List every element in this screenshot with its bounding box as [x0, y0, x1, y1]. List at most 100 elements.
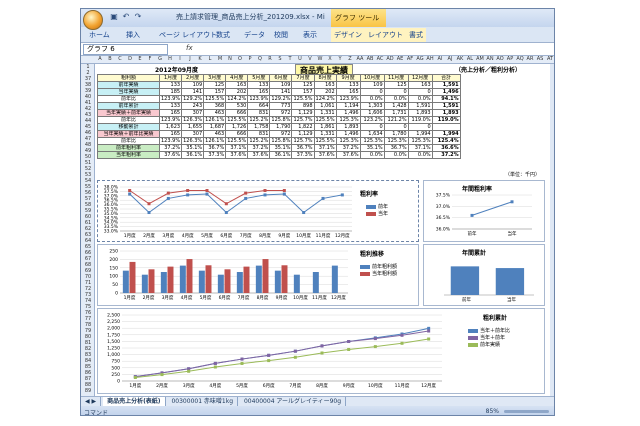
- table-cell[interactable]: 119.0%: [407, 116, 433, 124]
- table-cell[interactable]: 125.3%: [407, 137, 433, 145]
- sheet-tab-cover[interactable]: 商品売上分析(表紙): [103, 397, 166, 406]
- table-cell[interactable]: 1,758: [247, 123, 271, 131]
- table-cell[interactable]: 126.3%: [181, 116, 205, 124]
- column-header-cell[interactable]: 粗利額: [97, 74, 160, 82]
- column-header[interactable]: O: [235, 56, 245, 62]
- table-cell[interactable]: 666: [225, 130, 249, 138]
- table-cell[interactable]: 141: [269, 88, 293, 96]
- table-cell[interactable]: 37.2%: [431, 151, 461, 159]
- sheet-nav-icon[interactable]: ◀ ▶: [81, 397, 102, 406]
- table-cell[interactable]: 1,331: [313, 130, 337, 138]
- table-cell[interactable]: 37.3%: [203, 151, 227, 159]
- table-cell[interactable]: 157: [291, 88, 315, 96]
- column-header[interactable]: E: [135, 56, 145, 62]
- table-cell[interactable]: 94.1%: [431, 95, 461, 103]
- table-cell[interactable]: 1,634: [359, 130, 385, 138]
- column-header[interactable]: V: [305, 56, 315, 62]
- table-cell[interactable]: 1,994: [407, 130, 433, 138]
- table-cell[interactable]: 123.9%: [158, 95, 183, 103]
- gross-profit-trend-chart[interactable]: 250 200 150 100 50 0 1月度 2月度 3月度 4月度 5月度 6月度 7月度 8月度 9…: [97, 244, 419, 306]
- table-cell[interactable]: 157: [203, 88, 227, 96]
- table-cell[interactable]: 1,623: [158, 123, 183, 131]
- table-cell[interactable]: 163: [407, 81, 433, 89]
- table-cell[interactable]: 125.3%: [359, 137, 385, 145]
- table-cell[interactable]: 109: [269, 81, 293, 89]
- tab-formulas[interactable]: 数式: [216, 30, 230, 40]
- table-cell[interactable]: 664: [247, 102, 271, 110]
- fx-icon[interactable]: fx: [186, 44, 193, 52]
- table-cell[interactable]: 121.2%: [383, 116, 409, 124]
- column-header[interactable]: AI: [435, 56, 445, 62]
- column-header[interactable]: AD: [385, 56, 395, 62]
- table-cell[interactable]: 37.1%: [225, 144, 249, 152]
- table-cell[interactable]: 368: [203, 102, 227, 110]
- table-cell[interactable]: 141: [181, 88, 205, 96]
- table-cell[interactable]: 37.2%: [247, 144, 271, 152]
- table-cell[interactable]: 307: [181, 109, 205, 117]
- table-cell[interactable]: 530: [225, 102, 249, 110]
- table-cell[interactable]: 125: [383, 81, 409, 89]
- table-cell[interactable]: 1,655: [181, 123, 205, 131]
- table-cell[interactable]: [431, 123, 461, 131]
- annual-margin-rate-chart[interactable]: 37.5% 37.0% 36.5% 36.0% 前年 当年 年間粗利率: [423, 180, 545, 242]
- table-cell[interactable]: 0: [407, 88, 433, 96]
- table-cell[interactable]: 165: [335, 88, 361, 96]
- sheet-tab-red-miso[interactable]: 00300001 赤味噌1kg: [167, 397, 239, 406]
- column-header-cell[interactable]: 1月度: [158, 74, 183, 82]
- table-cell[interactable]: 1,061: [313, 102, 337, 110]
- tab-data[interactable]: データ: [244, 30, 265, 40]
- column-header[interactable]: AH: [425, 56, 435, 62]
- table-cell[interactable]: 133: [158, 81, 183, 89]
- table-cell[interactable]: 36.7%: [203, 144, 227, 152]
- table-cell[interactable]: 1,731: [383, 109, 409, 117]
- table-cell[interactable]: 972: [269, 130, 293, 138]
- column-header[interactable]: AT: [545, 56, 554, 62]
- table-cell[interactable]: 125.5%: [203, 95, 227, 103]
- table-cell[interactable]: 463: [203, 130, 227, 138]
- table-cell[interactable]: 1,129: [291, 109, 315, 117]
- table-cell[interactable]: 123.9%: [335, 95, 361, 103]
- redo-icon[interactable]: ↷: [133, 12, 143, 22]
- column-header[interactable]: U: [295, 56, 305, 62]
- table-cell[interactable]: 0.0%: [359, 151, 385, 159]
- table-cell[interactable]: 185: [158, 88, 183, 96]
- column-header[interactable]: AK: [455, 56, 465, 62]
- tab-view[interactable]: 表示: [303, 30, 317, 40]
- row-label[interactable]: 当年実績: [97, 88, 160, 96]
- column-header[interactable]: AS: [535, 56, 545, 62]
- table-cell[interactable]: 1,893: [335, 123, 361, 131]
- column-header[interactable]: D: [125, 56, 135, 62]
- table-cell[interactable]: 129.2%: [181, 95, 205, 103]
- column-header[interactable]: S: [275, 56, 285, 62]
- column-header[interactable]: AF: [405, 56, 415, 62]
- tab-page-layout[interactable]: ページ レイアウト: [159, 30, 217, 40]
- table-cell[interactable]: 202: [225, 88, 249, 96]
- table-cell[interactable]: 831: [247, 130, 271, 138]
- column-header[interactable]: AL: [465, 56, 475, 62]
- tab-layout[interactable]: レイアウト: [365, 28, 406, 42]
- table-cell[interactable]: 125.3%: [335, 137, 361, 145]
- table-cell[interactable]: 0: [383, 123, 409, 131]
- table-cell[interactable]: 125.2%: [247, 137, 271, 145]
- table-cell[interactable]: 0.0%: [407, 95, 433, 103]
- table-cell[interactable]: 0.0%: [383, 95, 409, 103]
- table-cell[interactable]: 1,496: [335, 109, 361, 117]
- column-header-cell[interactable]: 9月度: [335, 74, 361, 82]
- table-cell[interactable]: 0.0%: [359, 95, 385, 103]
- column-header[interactable]: B: [105, 56, 115, 62]
- table-cell[interactable]: 1,496: [431, 88, 461, 96]
- cumulative-profit-chart[interactable]: 2,500 2,250 2,000 1,750 1,500 1,250 1,000 750 50…: [97, 308, 545, 394]
- column-header[interactable]: Q: [255, 56, 265, 62]
- column-header-cell[interactable]: 11月度: [383, 74, 409, 82]
- row-label[interactable]: 前年累計: [97, 102, 160, 110]
- table-cell[interactable]: 125.5%: [313, 116, 337, 124]
- table-cell[interactable]: 1,790: [269, 123, 293, 131]
- table-cell[interactable]: 36.7%: [291, 144, 315, 152]
- column-header[interactable]: C: [115, 56, 125, 62]
- row-header[interactable]: 89: [81, 388, 95, 395]
- table-cell[interactable]: 125: [203, 81, 227, 89]
- tab-home[interactable]: ホーム: [89, 30, 110, 40]
- office-button[interactable]: [83, 10, 103, 30]
- table-cell[interactable]: 1,331: [313, 109, 337, 117]
- table-cell[interactable]: 898: [291, 102, 315, 110]
